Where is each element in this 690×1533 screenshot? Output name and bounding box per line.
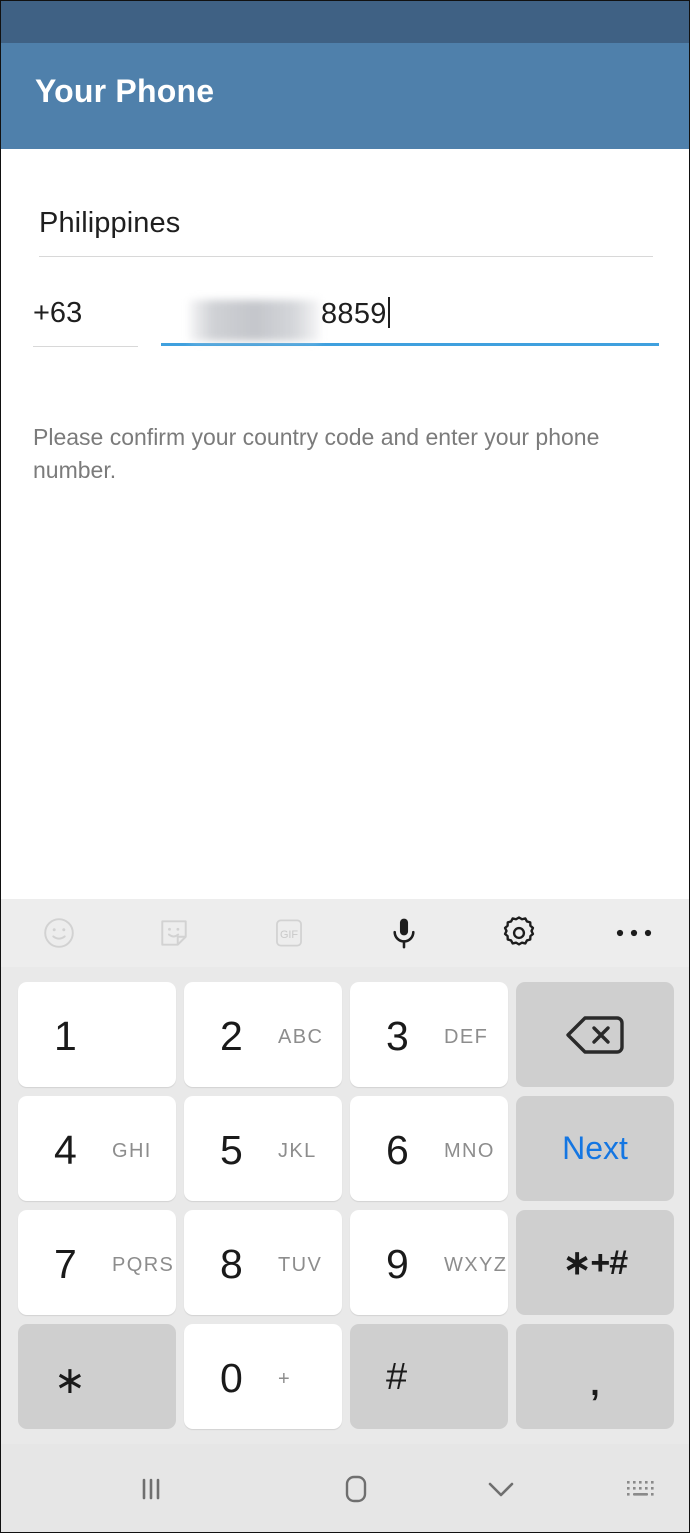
phone-number-digits: 8859 [321,298,387,330]
keypad-row: 7 PQRS 8 TUV 9 WXYZ ∗+# [14,1206,678,1319]
text-caret [387,297,390,328]
key-next-label: Next [562,1130,628,1166]
key-4-letters: GHI [112,1140,152,1162]
phone-row: +63 8859 [33,297,659,377]
key-0-digit: 0 [220,1355,243,1401]
key-0-plus: + [278,1368,292,1390]
key-9-digit: 9 [386,1241,409,1287]
keypad-row: 4 GHI 5 JKL 6 MNO Next [14,1092,678,1205]
phone-number-field[interactable]: 8859 [161,297,659,346]
gif-icon[interactable]: GIF [231,899,346,967]
hide-keyboard-icon[interactable] [411,1444,591,1532]
country-underline [39,256,653,257]
key-next[interactable]: Next [516,1096,674,1201]
form-area: Philippines +63 8859 Please confirm your… [1,149,689,1018]
key-1-digit: 1 [54,1013,77,1059]
home-icon[interactable] [301,1444,411,1532]
phone-number-underline [161,343,659,346]
key-5-digit: 5 [220,1127,243,1173]
key-9-letters: WXYZ [444,1254,508,1276]
page-title: Your Phone [35,73,215,109]
sticker-icon[interactable] [116,899,231,967]
key-star[interactable]: ∗ [18,1324,176,1429]
key-4[interactable]: 4 GHI [18,1096,176,1201]
key-6-digit: 6 [386,1127,409,1173]
helper-text: Please confirm your country code and ent… [33,424,600,483]
country-field[interactable]: Philippines [39,207,653,257]
key-8[interactable]: 8 TUV [184,1210,342,1315]
status-bar [1,1,689,43]
key-3[interactable]: 3 DEF [350,982,508,1087]
phone-screen: Your Phone Philippines +63 8859 Please c… [0,0,690,1533]
microphone-icon[interactable] [346,899,461,967]
phone-number-inner: 8859 [161,297,659,343]
key-5-letters: JKL [278,1140,317,1162]
country-code-underline [33,346,138,347]
key-symbols[interactable]: ∗+# [516,1210,674,1315]
key-7-digit: 7 [54,1241,77,1287]
gif-label: GIF [279,929,297,941]
key-2-letters: ABC [278,1026,324,1048]
backspace-icon [566,1015,624,1054]
key-0[interactable]: 0 + [184,1324,342,1429]
app-bar: Your Phone [1,43,689,149]
keypad: 1 2 ABC 3 DEF 4 GHI 5 JKL 6 MNO Next 7 P… [1,971,689,1441]
key-comma-label: , [590,1365,600,1403]
key-3-digit: 3 [386,1013,409,1059]
key-8-digit: 8 [220,1241,243,1287]
redacted-digits-blur [189,300,320,341]
key-2-digit: 2 [220,1013,243,1059]
key-3-letters: DEF [444,1026,489,1048]
gear-icon[interactable] [461,899,576,967]
key-6[interactable]: 6 MNO [350,1096,508,1201]
key-hash-label: # [386,1356,408,1398]
key-8-letters: TUV [278,1254,323,1276]
key-hash[interactable]: # [350,1324,508,1429]
keypad-row: 1 2 ABC 3 DEF [14,978,678,1091]
key-6-letters: MNO [444,1140,495,1162]
key-2[interactable]: 2 ABC [184,982,342,1087]
country-code-value: +63 [33,297,83,329]
key-4-digit: 4 [54,1127,77,1173]
key-symbols-label: ∗+# [562,1243,628,1282]
keyboard: GIF 1 2 ABC 3 DEF 4 GHI 5 JKL 6 MNO Next… [1,899,689,1532]
key-1[interactable]: 1 [18,982,176,1087]
key-star-label: ∗ [54,1360,86,1402]
navigation-bar [1,1444,689,1532]
keypad-row: ∗ 0 + # , [14,1320,678,1433]
key-7[interactable]: 7 PQRS [18,1210,176,1315]
country-value: Philippines [39,207,181,239]
keyboard-switch-icon[interactable] [591,1444,689,1532]
key-9[interactable]: 9 WXYZ [350,1210,508,1315]
key-comma[interactable]: , [516,1324,674,1429]
phone-number-value: 8859 [321,297,390,331]
country-code-field[interactable]: +63 [33,297,138,347]
key-5[interactable]: 5 JKL [184,1096,342,1201]
recents-icon[interactable] [1,1444,301,1532]
key-7-letters: PQRS [112,1254,175,1276]
more-icon[interactable] [576,899,689,967]
keyboard-toolbar: GIF [1,899,689,967]
emoji-icon[interactable] [1,899,116,967]
key-backspace[interactable] [516,982,674,1087]
